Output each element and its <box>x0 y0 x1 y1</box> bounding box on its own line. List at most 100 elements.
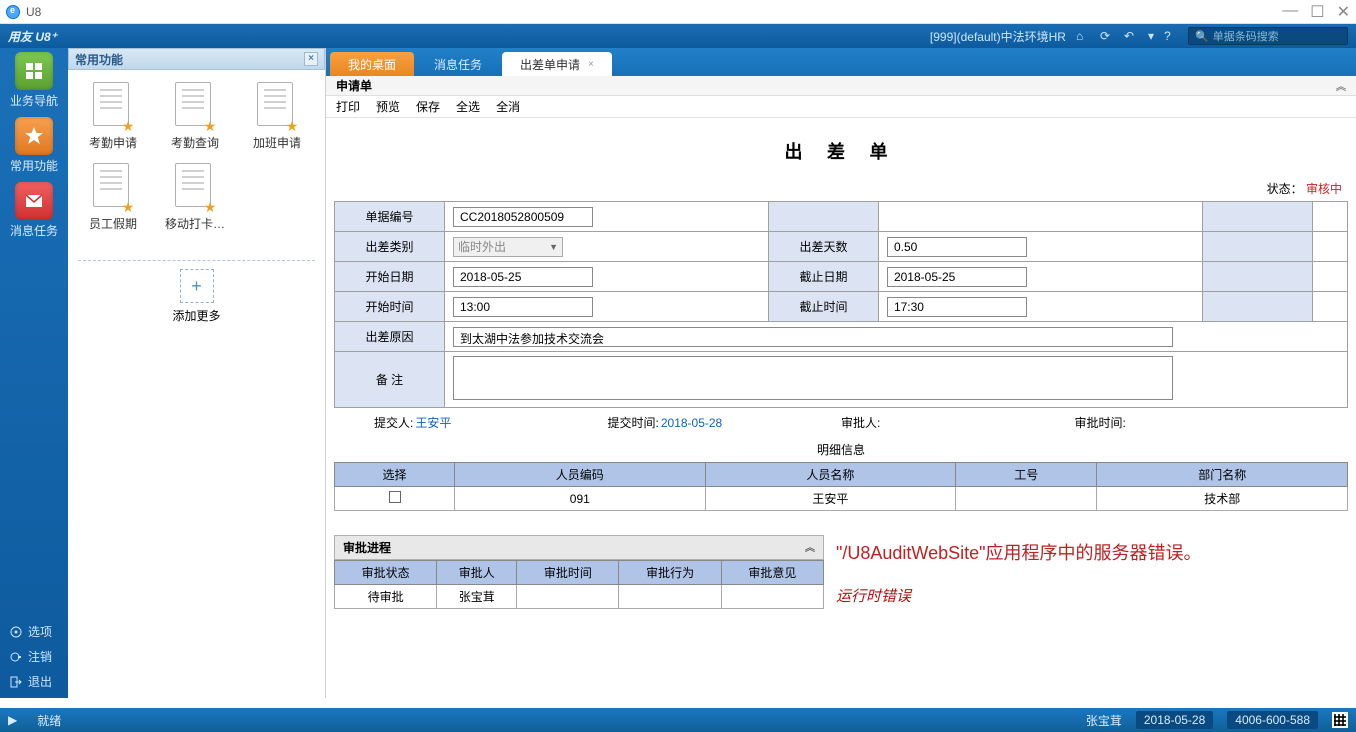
cell-jobno <box>956 487 1097 511</box>
approval-collapse-icon[interactable]: ︽ <box>805 539 815 556</box>
rail-exit[interactable]: 退出 <box>0 669 68 694</box>
input-starttime[interactable]: 13:00 <box>453 297 593 317</box>
toolbar-print[interactable]: 打印 <box>336 98 360 115</box>
app-logo: 用友 U8⁺ <box>8 28 57 45</box>
divider <box>78 260 315 261</box>
label-docno: 单据编号 <box>335 202 445 232</box>
input-startdate[interactable]: 2018-05-25 <box>453 267 593 287</box>
form-subtitle: 申请单 ︽ <box>326 76 1356 96</box>
label-reason: 出差原因 <box>335 322 445 352</box>
tab-messages[interactable]: 消息任务 <box>416 52 500 76</box>
status-phone: 4006-600-588 <box>1227 711 1318 729</box>
input-days[interactable]: 0.50 <box>887 237 1027 257</box>
row-checkbox[interactable] <box>389 491 401 503</box>
func-item-mobile-punch[interactable]: ★移动打卡… <box>154 163 236 232</box>
approval-table: 审批状态 审批人 审批时间 审批行为 审批意见 待审批 张宝茸 <box>334 560 824 609</box>
app-header: 用友 U8⁺ [999](default)中法环境HR ⌂ ⟳ ↶ ▾ ? 🔍 … <box>0 24 1356 48</box>
func-item-employee-leave[interactable]: ★员工假期 <box>72 163 154 232</box>
detail-title: 明细信息 <box>334 437 1348 462</box>
select-triptype[interactable]: 临时外出▼ <box>453 237 563 257</box>
status-user: 张宝茸 <box>1086 712 1122 729</box>
input-enddate[interactable]: 2018-05-25 <box>887 267 1027 287</box>
approval-title: 审批进程 <box>343 539 391 556</box>
input-reason[interactable]: 到太湖中法参加技术交流会 <box>453 327 1173 347</box>
maximize-button[interactable]: ☐ <box>1310 2 1324 22</box>
detail-table: 选择 人员编码 人员名称 工号 部门名称 091 王安平 技术部 <box>334 462 1348 511</box>
status-bar: ▶ 就绪 张宝茸 2018-05-28 4006-600-588 <box>0 708 1356 732</box>
col-select: 选择 <box>335 463 455 487</box>
favfunc-icon <box>15 117 53 155</box>
barcode-search-input[interactable]: 🔍 单据条码搜索 <box>1188 27 1348 45</box>
rail-favfunc[interactable]: 常用功能 <box>4 117 64 174</box>
tab-trip-apply[interactable]: 出差单申请× <box>502 52 612 76</box>
ie-icon <box>6 5 20 19</box>
left-rail: 业务导航 常用功能 消息任务 选项 注销 退出 <box>0 48 68 698</box>
status-ready: 就绪 <box>37 712 61 729</box>
col-empname: 人员名称 <box>705 463 956 487</box>
toolbar-selectall[interactable]: 全选 <box>456 98 480 115</box>
tab-close-icon[interactable]: × <box>588 59 594 70</box>
error-message: "/U8AuditWebSite"应用程序中的服务器错误。 运行时错误 <box>832 535 1348 610</box>
form-toolbar: 打印 预览 保存 全选 全消 <box>326 96 1356 118</box>
home-icon[interactable]: ⌂ <box>1076 29 1090 43</box>
biznav-icon <box>15 52 53 90</box>
col-jobno: 工号 <box>956 463 1097 487</box>
cell-dept: 技术部 <box>1097 487 1348 511</box>
cell-empcode: 091 <box>455 487 706 511</box>
form-meta-row: 提交人:王安平 提交时间:2018-05-28 审批人: 审批时间: <box>334 408 1348 437</box>
label-days: 出差天数 <box>768 232 878 262</box>
func-item-overtime-apply[interactable]: ★加班申请 <box>236 82 318 151</box>
window-controls: — ☐ ✕ <box>1282 2 1350 22</box>
function-panel-header: 常用功能 × <box>68 48 325 70</box>
trip-form-table: 单据编号 CC2018052800509 出差类别 临时外出▼ 出差天数 0.5… <box>334 201 1348 408</box>
form-title: 出 差 单 <box>334 128 1348 180</box>
search-placeholder: 单据条码搜索 <box>1213 28 1279 44</box>
main-area: 我的桌面 消息任务 出差单申请× 申请单 ︽ 打印 预览 保存 全选 全消 出 … <box>326 48 1356 698</box>
rail-options[interactable]: 选项 <box>0 619 68 644</box>
label-starttime: 开始时间 <box>335 292 445 322</box>
tab-row: 我的桌面 消息任务 出差单申请× <box>326 48 1356 76</box>
chevron-down-icon: ▼ <box>549 242 558 252</box>
label-endtime: 截止时间 <box>768 292 878 322</box>
panel-close-button[interactable]: × <box>304 52 318 66</box>
label-triptype: 出差类别 <box>335 232 445 262</box>
help-icon[interactable]: ? <box>1164 29 1178 43</box>
rail-biznav[interactable]: 业务导航 <box>4 52 64 109</box>
approval-box: 审批进程 ︽ 审批状态 审批人 审批时间 审批行为 审批意见 待审批 张宝茸 <box>334 535 824 610</box>
col-empcode: 人员编码 <box>455 463 706 487</box>
tab-desktop[interactable]: 我的桌面 <box>330 52 414 76</box>
input-endtime[interactable]: 17:30 <box>887 297 1027 317</box>
close-button[interactable]: ✕ <box>1337 2 1350 22</box>
toolbar-save[interactable]: 保存 <box>416 98 440 115</box>
play-icon[interactable]: ▶ <box>8 713 17 727</box>
approval-row: 待审批 张宝茸 <box>335 585 824 609</box>
cell-empname: 王安平 <box>705 487 956 511</box>
collapse-icon[interactable]: ︽ <box>1336 78 1346 93</box>
func-item-attendance-query[interactable]: ★考勤查询 <box>154 82 236 151</box>
qr-icon[interactable] <box>1332 712 1348 728</box>
label-enddate: 截止日期 <box>768 262 878 292</box>
search-icon: 🔍 <box>1195 30 1209 43</box>
toolbar-preview[interactable]: 预览 <box>376 98 400 115</box>
status-date: 2018-05-28 <box>1136 711 1213 729</box>
window-titlebar: U8 — ☐ ✕ <box>0 0 1356 24</box>
input-docno[interactable]: CC2018052800509 <box>453 207 593 227</box>
back-icon[interactable]: ↶ <box>1124 29 1138 43</box>
function-panel: 常用功能 × ★考勤申请 ★考勤查询 ★加班申请 ★员工假期 ★移动打卡… + … <box>68 48 326 698</box>
form-status: 状态： 审核中 <box>334 180 1348 201</box>
refresh-icon[interactable]: ⟳ <box>1100 29 1114 43</box>
table-row[interactable]: 091 王安平 技术部 <box>335 487 1348 511</box>
label-startdate: 开始日期 <box>335 262 445 292</box>
func-item-attendance-apply[interactable]: ★考勤申请 <box>72 82 154 151</box>
minimize-button[interactable]: — <box>1282 2 1298 22</box>
col-dept: 部门名称 <box>1097 463 1348 487</box>
label-remark: 备 注 <box>335 352 445 408</box>
rail-msgtask[interactable]: 消息任务 <box>4 182 64 239</box>
add-more-label: 添加更多 <box>68 307 325 324</box>
window-title: U8 <box>26 5 41 19</box>
toolbar-deselectall[interactable]: 全消 <box>496 98 520 115</box>
textarea-remark[interactable] <box>453 356 1173 400</box>
org-label: [999](default)中法环境HR <box>930 28 1066 45</box>
rail-logout[interactable]: 注销 <box>0 644 68 669</box>
add-more-button[interactable]: + <box>180 269 214 303</box>
